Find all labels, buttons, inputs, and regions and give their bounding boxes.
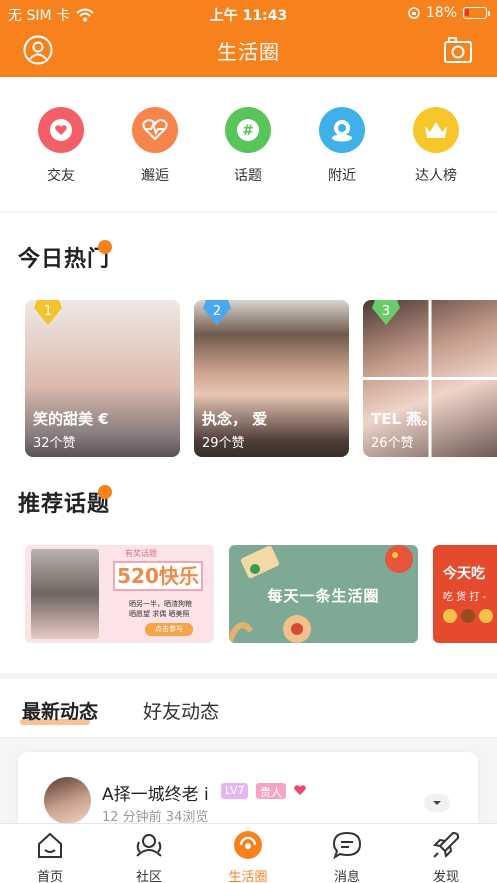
hot-card-name: 笑的甜美 € [33,410,109,428]
quick-label: 交友 [47,168,75,184]
topic-card-cta[interactable]: 点击参与 [145,623,193,636]
topic-card-headline: 520快乐 [113,561,203,591]
quick-label: 话题 [234,168,262,184]
battery-percent: 18% [425,5,457,21]
heartbeat-icon [132,107,178,153]
tabbar-label: 消息 [333,870,360,883]
topic-card-headline: 今天吃 [443,566,485,582]
tab-latest[interactable]: 最新动态 [22,697,98,724]
tabbar-life-circle[interactable]: 生活圈 [218,830,278,883]
food-thumbnails [443,609,493,625]
topic-card-520[interactable]: 有奖话题 520快乐 晒另一半，晒渣狗粮 晒愿望 求偶 晒美照 点击参与 [25,545,214,643]
rank-badge-icon: 1 [34,300,62,325]
rank-badge-icon: 3 [372,300,400,325]
topic-card-food[interactable]: 今天吃 吃 货 打 - [433,545,497,643]
top-bar: 无 SIM 卡 上午 11:43 18% 生活圈 [0,0,497,77]
rocket-icon [432,831,460,859]
post-author-name[interactable]: A择一城终老 i [102,780,209,805]
hot-indicator-dot [98,240,112,254]
life-circle-icon [234,831,262,859]
tabbar-label: 首页 [36,870,63,883]
status-bar: 无 SIM 卡 上午 11:43 18% [0,0,497,26]
battery-icon [463,7,490,19]
hot-card-name: 执念， 爱 [202,410,268,428]
bottom-tab-bar: 首页 社区 生活圈 消息 发现 [0,823,497,883]
quick-item-make-friends[interactable]: 交友 [26,107,96,185]
topic-card-label: 有奖话题 [125,549,157,558]
hot-card-1[interactable]: 1 笑的甜美 € 32个赞 [25,300,180,457]
hashtag-icon: # [225,107,271,153]
location-icon [319,107,365,153]
rotation-lock-icon [408,7,420,19]
crown-icon [413,107,459,153]
quick-item-encounter[interactable]: 邂逅 [120,107,190,185]
svg-text:2: 2 [213,304,221,319]
hot-card-likes: 26个赞 [371,436,414,451]
hot-card-3[interactable]: 3 TEL 燕。 26个赞 [363,300,497,457]
hot-card-likes: 29个赞 [202,436,245,451]
feed-post[interactable]: A择一城终老 i LV7 贵人 12 分钟前 34浏览 [18,752,478,832]
tabbar-community[interactable]: 社区 [119,830,179,883]
message-icon [332,831,362,860]
tabbar-label: 社区 [135,870,162,883]
svg-text:#: # [242,123,254,139]
tabbar-home[interactable]: 首页 [20,830,80,883]
level-badge: LV7 [221,783,249,799]
topic-card-text: 吃 货 打 - [443,592,487,603]
hot-card-likes: 32个赞 [33,436,76,451]
topic-card-headline: 每天一条生活圈 [267,587,380,605]
post-menu-button[interactable] [424,794,450,812]
tabbar-messages[interactable]: 消息 [317,830,377,883]
heart-icon [38,107,84,153]
tab-friends[interactable]: 好友动态 [143,697,219,724]
svg-text:3: 3 [382,304,390,319]
topics-section-title: 推荐话题 [18,492,111,517]
rank-badge-icon: 2 [203,300,231,325]
svg-text:1: 1 [44,304,52,319]
screen: 无 SIM 卡 上午 11:43 18% 生活圈 交友 邂逅 # 话题 附近 达… [0,0,497,883]
avatar[interactable] [44,777,91,824]
quick-label: 达人榜 [415,168,457,184]
topic-card-photo [31,549,99,639]
quick-label: 邂逅 [141,168,169,184]
community-icon [136,834,162,857]
page-title: 生活圈 [217,40,280,64]
hot-card-2[interactable]: 2 执念， 爱 29个赞 [194,300,349,457]
tabbar-label: 发现 [432,870,459,883]
hot-card-name: TEL 燕。 [371,410,437,428]
topic-card-text: 晒愿望 求偶 晒美照 [129,610,190,618]
home-icon [38,832,62,858]
topic-card-daily[interactable]: 每天一条生活圈 [229,545,418,643]
heart-badge-icon [294,785,306,795]
chevron-down-icon [433,801,441,805]
quick-item-topics[interactable]: # 话题 [213,107,283,185]
tabbar-label: 生活圈 [228,870,268,883]
quick-menu: 交友 邂逅 # 话题 附近 达人榜 [0,77,497,211]
tabbar-discover[interactable]: 发现 [416,830,476,883]
quick-label: 附近 [328,168,356,184]
topic-card-text: 晒另一半，晒渣狗粮 [129,600,192,608]
topics-indicator-dot [98,485,112,499]
tag-badge: 贵人 [256,783,286,799]
quick-item-ranking[interactable]: 达人榜 [401,107,471,185]
quick-item-nearby[interactable]: 附近 [307,107,377,185]
camera-icon[interactable] [443,36,473,64]
hot-section-title: 今日热门 [18,247,111,272]
